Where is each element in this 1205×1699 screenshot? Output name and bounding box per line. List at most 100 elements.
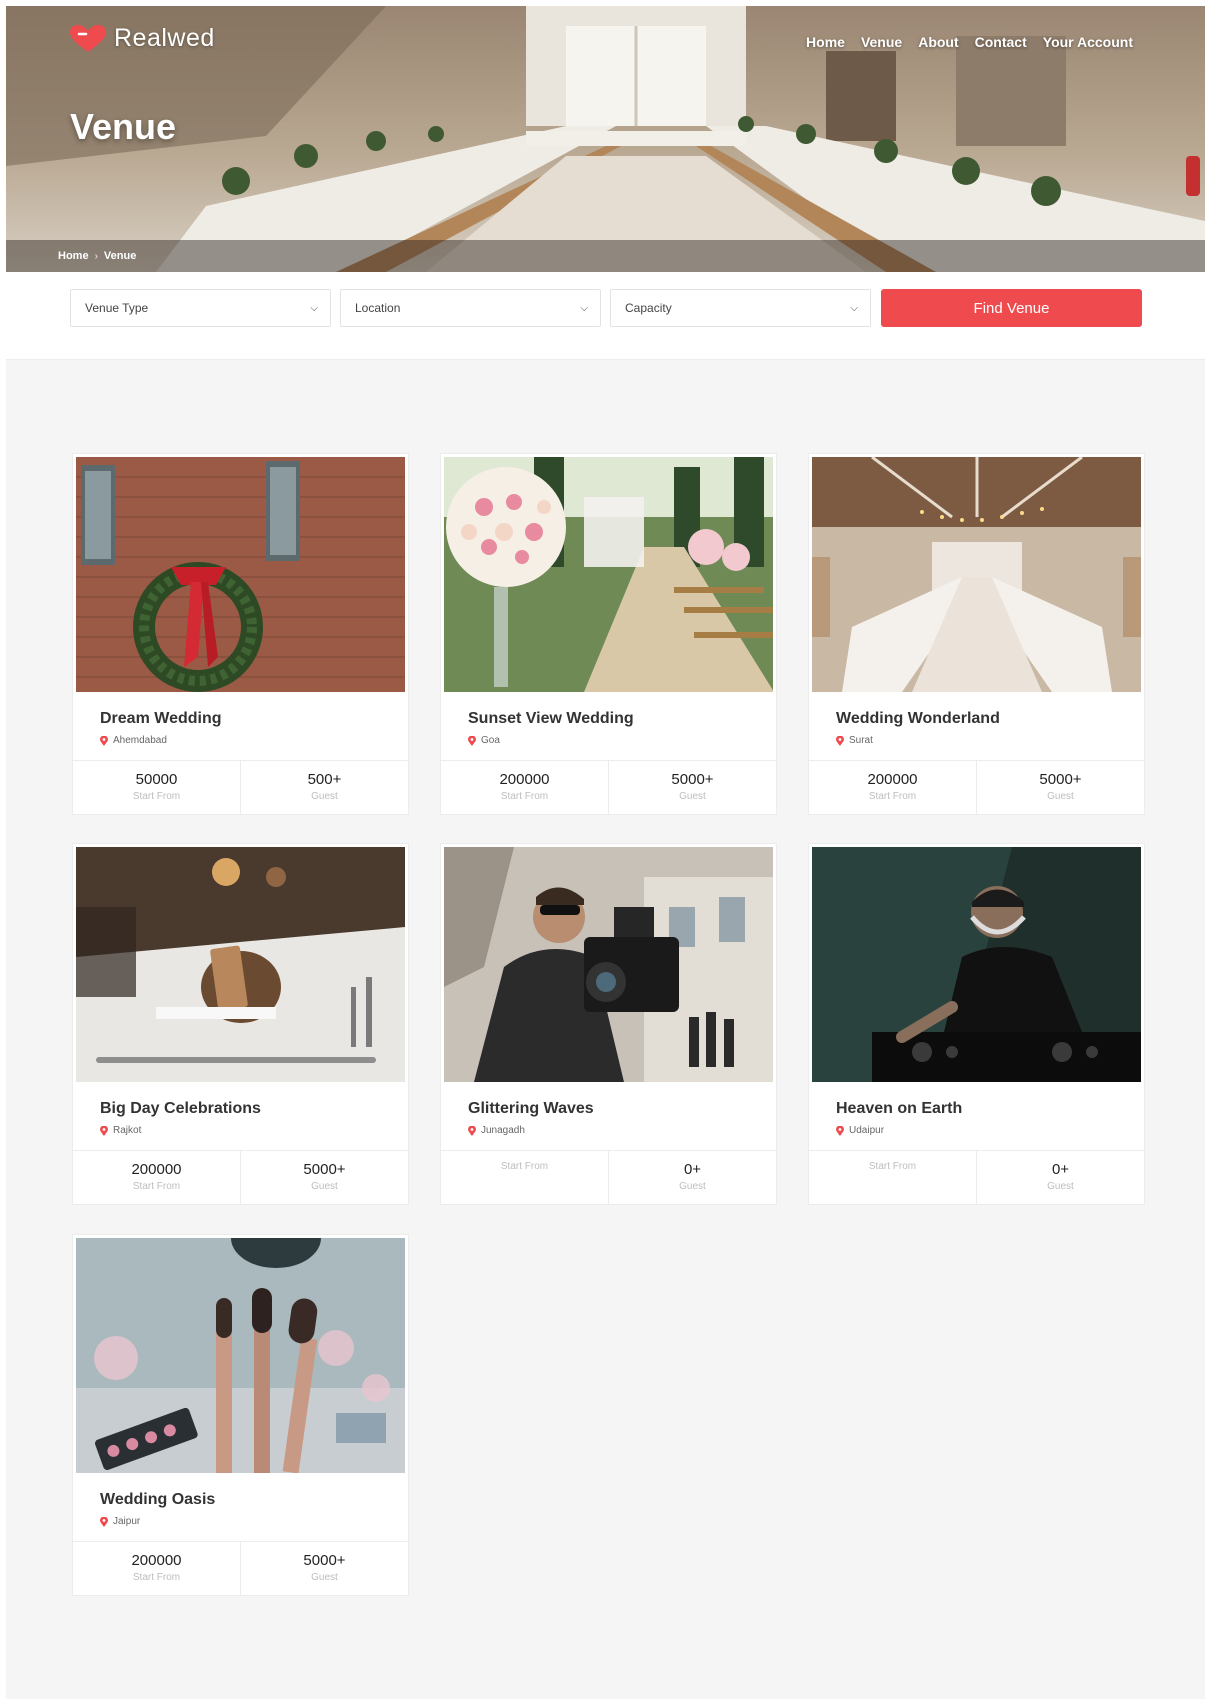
venue-location-text: Junagadh bbox=[481, 1125, 525, 1136]
venue-location: Goa bbox=[468, 735, 500, 746]
page-title: Venue bbox=[70, 106, 177, 147]
page: Realwed Home Venue About Contact Your Ac… bbox=[6, 6, 1205, 1699]
price-label: Start From bbox=[500, 791, 549, 802]
guest-stat: 500+ Guest bbox=[240, 761, 408, 814]
venue-name[interactable]: Big Day Celebrations bbox=[100, 1100, 261, 1118]
map-pin-icon bbox=[100, 1516, 108, 1527]
guest-value: 0+ bbox=[683, 1161, 702, 1178]
venue-image bbox=[76, 1238, 405, 1473]
map-pin-icon bbox=[836, 735, 844, 746]
guest-value: 5000+ bbox=[303, 1161, 346, 1178]
guest-label: Guest bbox=[1047, 1181, 1074, 1192]
price-stat: 200000 Start From bbox=[73, 1542, 240, 1595]
venue-card[interactable]: Dream Wedding Ahemdabad 50000 Start From… bbox=[72, 453, 409, 815]
price-stat: 50000 Start From bbox=[73, 761, 240, 814]
map-pin-icon bbox=[468, 735, 476, 746]
guest-label: Guest bbox=[311, 1181, 338, 1192]
price-value: 200000 bbox=[499, 771, 550, 788]
venue-name[interactable]: Sunset View Wedding bbox=[468, 710, 634, 728]
price-label: Start From bbox=[132, 1181, 181, 1192]
heart-logo-icon bbox=[70, 24, 106, 52]
guest-stat: 5000+ Guest bbox=[240, 1151, 408, 1204]
capacity-select[interactable]: Capacity ⌵ bbox=[610, 289, 871, 327]
brand-logo[interactable]: Realwed bbox=[70, 24, 215, 53]
nav-contact[interactable]: Contact bbox=[975, 34, 1027, 50]
breadcrumb-bar: Home › Venue bbox=[6, 240, 1205, 272]
price-stat: Start From bbox=[809, 1151, 976, 1204]
venue-location-text: Ahemdabad bbox=[113, 735, 167, 746]
price-label: Start From bbox=[132, 791, 181, 802]
venue-location-text: Surat bbox=[849, 735, 873, 746]
venue-stats: 200000 Start From 5000+ Guest bbox=[441, 760, 776, 814]
venue-card[interactable]: Sunset View Wedding Goa 200000 Start Fro… bbox=[440, 453, 777, 815]
venue-card[interactable]: Big Day Celebrations Rajkot 200000 Start… bbox=[72, 843, 409, 1205]
price-stat: Start From bbox=[441, 1151, 608, 1204]
price-value: 200000 bbox=[867, 771, 918, 788]
guest-value: 5000+ bbox=[303, 1552, 346, 1569]
venue-stats: 200000 Start From 5000+ Guest bbox=[73, 1150, 408, 1204]
guest-label: Guest bbox=[679, 791, 706, 802]
venue-name[interactable]: Wedding Oasis bbox=[100, 1491, 215, 1509]
capacity-value: Capacity bbox=[625, 301, 672, 315]
price-value: 50000 bbox=[135, 771, 178, 788]
venue-type-value: Venue Type bbox=[85, 301, 149, 315]
venue-name[interactable]: Heaven on Earth bbox=[836, 1100, 962, 1118]
venue-location: Surat bbox=[836, 735, 873, 746]
venue-stats: 50000 Start From 500+ Guest bbox=[73, 760, 408, 814]
price-stat: 200000 Start From bbox=[809, 761, 976, 814]
venue-stats: 200000 Start From 5000+ Guest bbox=[73, 1541, 408, 1595]
nav-home[interactable]: Home bbox=[806, 34, 845, 50]
map-pin-icon bbox=[100, 735, 108, 746]
search-bar: Venue Type ⌵ Location ⌵ Capacity ⌵ Find … bbox=[6, 272, 1205, 360]
venue-image bbox=[76, 457, 405, 692]
breadcrumb-separator-icon: › bbox=[94, 250, 98, 262]
guest-stat: 5000+ Guest bbox=[976, 761, 1144, 814]
guest-label: Guest bbox=[311, 791, 338, 802]
map-pin-icon bbox=[100, 1125, 108, 1136]
price-label: Start From bbox=[868, 791, 917, 802]
venue-image bbox=[444, 847, 773, 1082]
map-pin-icon bbox=[836, 1125, 844, 1136]
venue-type-select[interactable]: Venue Type ⌵ bbox=[70, 289, 331, 327]
guest-value: 5000+ bbox=[671, 771, 714, 788]
guest-stat: 0+ Guest bbox=[976, 1151, 1144, 1204]
hero-banner: Realwed Home Venue About Contact Your Ac… bbox=[6, 6, 1205, 272]
venue-name[interactable]: Wedding Wonderland bbox=[836, 710, 1000, 728]
find-venue-button[interactable]: Find Venue bbox=[881, 289, 1142, 327]
nav-about[interactable]: About bbox=[918, 34, 958, 50]
breadcrumb-home[interactable]: Home bbox=[58, 250, 89, 262]
chevron-down-icon: ⌵ bbox=[850, 302, 858, 314]
guest-value: 500+ bbox=[307, 771, 342, 788]
venue-card[interactable]: Wedding Wonderland Surat 200000 Start Fr… bbox=[808, 453, 1145, 815]
venue-name[interactable]: Dream Wedding bbox=[100, 710, 222, 728]
location-value: Location bbox=[355, 301, 401, 315]
guest-value: 5000+ bbox=[1039, 771, 1082, 788]
guest-value: 0+ bbox=[1051, 1161, 1070, 1178]
venue-card[interactable]: Glittering Waves Junagadh Start From 0+ … bbox=[440, 843, 777, 1205]
price-value: 200000 bbox=[131, 1161, 182, 1178]
venue-location: Rajkot bbox=[100, 1125, 141, 1136]
venue-stats: Start From 0+ Guest bbox=[441, 1150, 776, 1204]
breadcrumb: Home › Venue bbox=[58, 250, 136, 262]
price-stat: 200000 Start From bbox=[441, 761, 608, 814]
guest-stat: 5000+ Guest bbox=[608, 761, 776, 814]
main-nav: Home Venue About Contact Your Account bbox=[806, 34, 1133, 50]
nav-venue[interactable]: Venue bbox=[861, 34, 902, 50]
venue-location: Jaipur bbox=[100, 1516, 140, 1527]
price-label: Start From bbox=[132, 1572, 181, 1583]
price-label: Start From bbox=[500, 1161, 549, 1172]
venue-location-text: Rajkot bbox=[113, 1125, 142, 1136]
nav-your-account[interactable]: Your Account bbox=[1043, 34, 1133, 50]
venue-image bbox=[444, 457, 773, 692]
chevron-down-icon: ⌵ bbox=[580, 302, 588, 314]
map-pin-icon bbox=[468, 1125, 476, 1136]
venue-card[interactable]: Wedding Oasis Jaipur 200000 Start From 5… bbox=[72, 1234, 409, 1596]
venue-location-text: Goa bbox=[481, 735, 500, 746]
venue-card[interactable]: Heaven on Earth Udaipur Start From 0+ Gu… bbox=[808, 843, 1145, 1205]
venue-stats: Start From 0+ Guest bbox=[809, 1150, 1144, 1204]
location-select[interactable]: Location ⌵ bbox=[340, 289, 601, 327]
venue-name[interactable]: Glittering Waves bbox=[468, 1100, 594, 1118]
brand-name: Realwed bbox=[114, 24, 215, 52]
venue-stats: 200000 Start From 5000+ Guest bbox=[809, 760, 1144, 814]
venue-location: Udaipur bbox=[836, 1125, 884, 1136]
